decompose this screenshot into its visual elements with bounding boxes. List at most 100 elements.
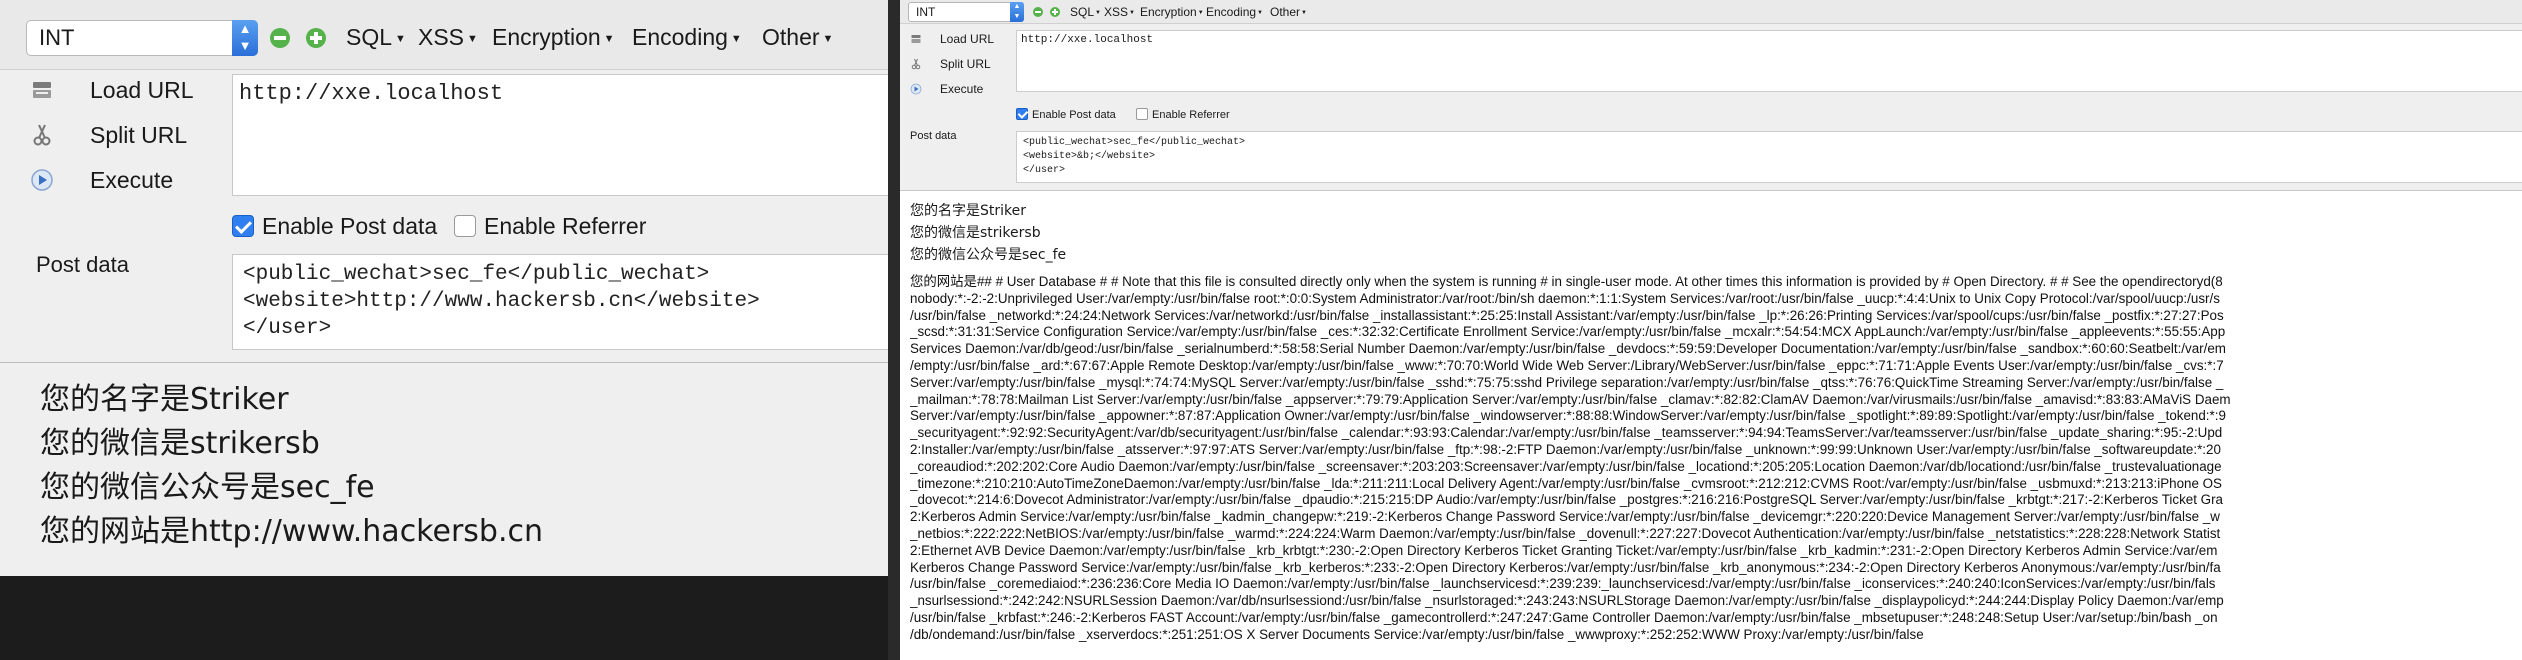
execute-label: Execute xyxy=(940,82,984,96)
output-line: 您的微信公众号是sec_fe xyxy=(40,470,375,505)
menu-other[interactable]: Other▼ xyxy=(762,22,833,54)
menu-encoding[interactable]: Encoding▼ xyxy=(632,22,742,54)
post-line: <website>http://www.hackersb.cn</website… xyxy=(243,290,760,313)
dump-line: 2:Installer:/var/empty:/usr/bin/false _a… xyxy=(910,441,2221,457)
dump-line: nobody:*:-2:-2:Unprivileged User:/var/em… xyxy=(910,290,2220,306)
dump-line: 您的网站是## # User Database # # Note that th… xyxy=(910,274,2223,289)
play-icon xyxy=(31,169,53,191)
toolbar: INT ▲▼ SQL▼ XSS▼ Encryption▼ Encoding▼ O… xyxy=(900,0,2522,24)
caret-down-icon: ▼ xyxy=(603,32,615,45)
checkbox-checked-icon[interactable] xyxy=(1016,108,1028,120)
enable-post-checkbox[interactable]: Enable Post data xyxy=(232,212,437,240)
menu-xss-label: XSS xyxy=(1104,5,1129,19)
caret-down-icon: ▼ xyxy=(1301,9,1307,16)
checkbox-unchecked-icon[interactable] xyxy=(1136,108,1148,120)
output-line: 您的名字是Striker xyxy=(40,382,289,417)
dump-line: 2:Kerberos Admin Service:/var/empty:/usr… xyxy=(910,509,2220,525)
menu-encoding-label: Encoding xyxy=(632,24,728,50)
output-line: 您的微信是strikersb xyxy=(910,225,1041,241)
caret-down-icon: ▼ xyxy=(1197,9,1204,16)
checkbox-unchecked-icon[interactable] xyxy=(454,215,476,237)
menu-other-label: Other xyxy=(1270,5,1301,19)
enable-post-label: Enable Post data xyxy=(1032,109,1116,121)
response-output: 您的名字是Striker 您的微信是strikersb 您的微信公众号是sec_… xyxy=(910,200,2522,266)
output-line: 您的微信是strikersb xyxy=(40,426,320,461)
post-data-label: Post data xyxy=(36,252,129,277)
menu-encryption[interactable]: Encryption▼ xyxy=(1140,5,1204,20)
url-value: http://xxe.localhost xyxy=(239,81,504,106)
enable-post-label: Enable Post data xyxy=(262,213,438,239)
caret-down-icon: ▼ xyxy=(1095,9,1101,16)
load-url-icon xyxy=(33,82,51,98)
menu-xss[interactable]: XSS▼ xyxy=(1104,5,1135,20)
divider xyxy=(0,362,888,363)
enable-referrer-label: Enable Referrer xyxy=(484,213,647,239)
caret-down-icon: ▼ xyxy=(1257,9,1263,16)
dump-line: /usr/bin/false _coremediaiod:*:236:236:C… xyxy=(910,576,2216,592)
type-select[interactable]: INT ▲ ▼ xyxy=(908,2,1024,22)
menu-sql-label: SQL xyxy=(346,24,393,50)
post-line: </user> xyxy=(1023,165,1066,176)
dump-line: Server:/var/empty:/usr/bin/false _mysql:… xyxy=(910,374,2224,390)
output-line: 您的微信公众号是sec_fe xyxy=(910,247,1067,263)
menu-encoding[interactable]: Encoding▼ xyxy=(1206,5,1263,20)
toolbar: INT ▲▼ SQL▼ XSS▼ Encryption▼ Encoding▼ O… xyxy=(0,0,888,70)
menu-other-label: Other xyxy=(762,24,820,50)
url-textarea[interactable]: http://xxe.localhost xyxy=(232,74,888,196)
post-data-label: Post data xyxy=(910,130,957,142)
select-arrows-icon[interactable]: ▲ ▼ xyxy=(1010,2,1024,22)
dump-line: _nsurlsessiond:*:242:242:NSURLSession Da… xyxy=(910,593,2224,609)
split-url-label: Split URL xyxy=(940,57,991,71)
dump-line: /empty:/usr/bin/false _ard:*:67:67:Apple… xyxy=(910,357,2224,373)
split-url-label: Split URL xyxy=(90,122,188,148)
scissors-icon xyxy=(33,124,51,146)
post-line: </user> xyxy=(243,317,332,340)
select-arrows-icon[interactable]: ▲ ▼ xyxy=(232,20,258,56)
post-line: <public_wechat>sec_fe</public_wechat> xyxy=(243,263,710,286)
caret-down-icon: ▼ xyxy=(822,32,834,45)
caret-down-icon: ▼ xyxy=(395,32,406,45)
scissors-icon xyxy=(911,58,921,70)
dump-line: _scsd:*:31:31:Service Configuration Serv… xyxy=(910,324,2226,340)
post-data-textarea[interactable]: <public_wechat>sec_fe</public_wechat> <we… xyxy=(232,254,888,350)
caret-down-icon: ▼ xyxy=(1129,9,1135,16)
decrease-icon[interactable] xyxy=(1033,7,1043,17)
menu-xss-label: XSS xyxy=(418,24,465,50)
menu-encoding-label: Encoding xyxy=(1206,5,1257,19)
menu-sql[interactable]: SQL▼ xyxy=(346,22,406,54)
menu-encryption[interactable]: Encryption▼ xyxy=(492,22,615,54)
caret-down-icon: ▼ xyxy=(467,32,478,45)
panel-separator xyxy=(888,0,900,660)
menu-encryption-label: Encryption xyxy=(1140,5,1197,19)
post-line: <public_wechat>sec_fe</public_wechat> xyxy=(1023,137,1246,148)
enable-referrer-checkbox[interactable]: Enable Referrer xyxy=(1136,108,1230,122)
full-browser-panel: INT ▲ ▼ SQL▼ XSS▼ Encryption▼ Encoding▼ O… xyxy=(900,0,2522,660)
output-line: 您的网站是http://www.hackersb.cn xyxy=(40,514,543,549)
response-output: 您的名字是Striker 您的微信是strikersb 您的微信公众号是sec_… xyxy=(40,378,888,554)
post-data-textarea[interactable]: <public_wechat>sec_fe</public_wechat> <we… xyxy=(1016,131,2522,183)
enable-post-checkbox[interactable]: Enable Post data xyxy=(1016,108,1116,122)
url-value: http://xxe.localhost xyxy=(1021,34,1154,46)
checkbox-checked-icon[interactable] xyxy=(232,215,254,237)
menu-sql-label: SQL xyxy=(1070,5,1095,19)
dump-line: _securityagent:*:92:92:SecurityAgent:/va… xyxy=(910,425,2223,441)
url-textarea[interactable]: http://xxe.localhost xyxy=(1016,30,2522,92)
menu-sql[interactable]: SQL▼ xyxy=(1070,5,1101,20)
increase-icon[interactable] xyxy=(1050,7,1060,17)
dump-line: _coreaudiod:*:202:202:Core Audio Daemon:… xyxy=(910,458,2222,474)
menu-other[interactable]: Other▼ xyxy=(1270,5,1307,20)
type-select-value: INT xyxy=(39,25,75,50)
enable-referrer-checkbox[interactable]: Enable Referrer xyxy=(454,212,646,240)
increase-icon[interactable] xyxy=(306,28,326,48)
decrease-icon[interactable] xyxy=(270,28,290,48)
post-line: <website>&b;</website> xyxy=(1023,151,1156,162)
dark-background xyxy=(0,576,888,660)
zoomed-hackbar-panel: INT ▲ ▼ SQL ▼ XSS ▼ Encryption ▼ Encoding ▼ O… xyxy=(0,0,888,576)
output-line: 您的名字是Striker xyxy=(910,203,1026,219)
dump-line: /db/ondemand:/usr/bin/false _xserverdocs… xyxy=(910,626,1924,642)
type-select[interactable]: INT ▲ ▼ xyxy=(26,20,258,56)
dump-line: /usr/bin/false _networkd:*:24:24:Network… xyxy=(910,307,2224,323)
menu-xss[interactable]: XSS▼ xyxy=(418,22,478,54)
divider xyxy=(900,190,2522,191)
type-select-value: INT xyxy=(916,5,936,19)
